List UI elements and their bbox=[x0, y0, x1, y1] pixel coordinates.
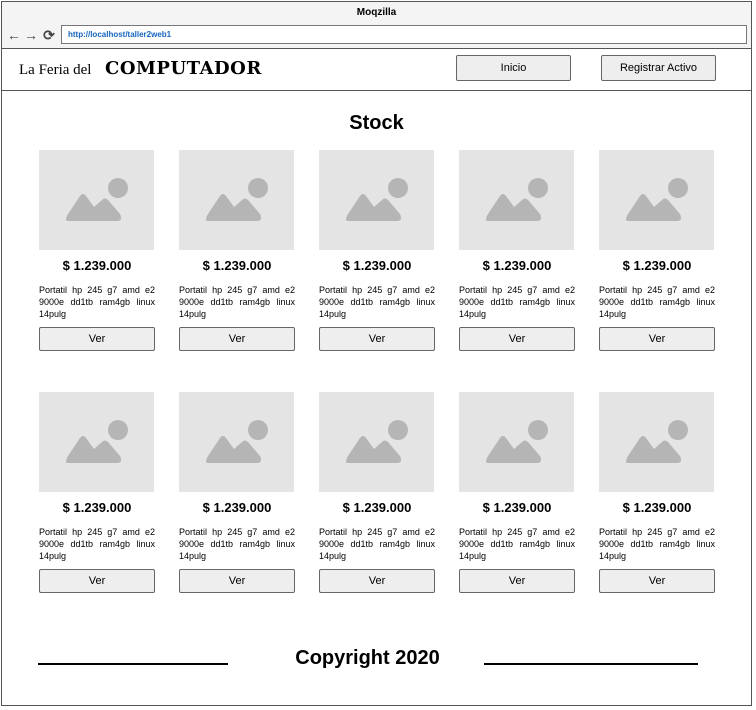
product-description: Portatil hp 245 g7 amd e2 9000e dd1tb ra… bbox=[459, 527, 575, 561]
product-price: $ 1.239.000 bbox=[622, 500, 692, 515]
ver-button[interactable]: Ver bbox=[39, 569, 155, 593]
ver-button[interactable]: Ver bbox=[39, 327, 155, 351]
address-bar-row: ← → ⟳ http://localhost/taller2web1 bbox=[2, 24, 751, 49]
back-arrow-icon[interactable]: ← bbox=[7, 26, 21, 44]
product-description: Portatil hp 245 g7 amd e2 9000e dd1tb ra… bbox=[179, 527, 295, 561]
browser-window: Moqzilla ← → ⟳ http://localhost/taller2w… bbox=[1, 1, 752, 706]
ver-button[interactable]: Ver bbox=[599, 327, 715, 351]
product-price: $ 1.239.000 bbox=[342, 500, 412, 515]
ver-button[interactable]: Ver bbox=[319, 569, 435, 593]
product-price: $ 1.239.000 bbox=[622, 258, 692, 273]
product-price: $ 1.239.000 bbox=[342, 258, 412, 273]
product-description: Portatil hp 245 g7 amd e2 9000e dd1tb ra… bbox=[39, 285, 155, 319]
product-price: $ 1.239.000 bbox=[62, 258, 132, 273]
product-description: Portatil hp 245 g7 amd e2 9000e dd1tb ra… bbox=[599, 527, 715, 561]
ver-button[interactable]: Ver bbox=[459, 569, 575, 593]
reload-icon[interactable]: ⟳ bbox=[42, 26, 56, 44]
image-placeholder-icon bbox=[39, 392, 154, 492]
ver-button[interactable]: Ver bbox=[179, 327, 295, 351]
ver-button[interactable]: Ver bbox=[599, 569, 715, 593]
product-description: Portatil hp 245 g7 amd e2 9000e dd1tb ra… bbox=[599, 285, 715, 319]
inicio-button[interactable]: Inicio bbox=[456, 55, 571, 81]
url-input[interactable]: http://localhost/taller2web1 bbox=[61, 25, 747, 44]
image-placeholder-icon bbox=[319, 150, 434, 250]
product-price: $ 1.239.000 bbox=[202, 500, 272, 515]
product-description: Portatil hp 245 g7 amd e2 9000e dd1tb ra… bbox=[179, 285, 295, 319]
product-description: Portatil hp 245 g7 amd e2 9000e dd1tb ra… bbox=[459, 285, 575, 319]
product-price: $ 1.239.000 bbox=[482, 500, 552, 515]
product-description: Portatil hp 245 g7 amd e2 9000e dd1tb ra… bbox=[319, 527, 435, 561]
product-price: $ 1.239.000 bbox=[202, 258, 272, 273]
stock-title: Stock bbox=[349, 112, 404, 134]
copyright-text: Copyright 2020 bbox=[295, 647, 440, 669]
image-placeholder-icon bbox=[459, 392, 574, 492]
image-placeholder-icon bbox=[459, 150, 574, 250]
image-placeholder-icon bbox=[599, 150, 714, 250]
forward-arrow-icon[interactable]: → bbox=[24, 26, 38, 44]
ver-button[interactable]: Ver bbox=[179, 569, 295, 593]
product-description: Portatil hp 245 g7 amd e2 9000e dd1tb ra… bbox=[39, 527, 155, 561]
footer-divider-right bbox=[484, 663, 698, 665]
brand-prefix: La Feria del bbox=[19, 62, 92, 78]
image-placeholder-icon bbox=[39, 150, 154, 250]
product-description: Portatil hp 245 g7 amd e2 9000e dd1tb ra… bbox=[319, 285, 435, 319]
image-placeholder-icon bbox=[319, 392, 434, 492]
product-price: $ 1.239.000 bbox=[482, 258, 552, 273]
registrar-activo-button[interactable]: Registrar Activo bbox=[601, 55, 716, 81]
brand-logo: COMPUTADOR bbox=[105, 58, 262, 79]
ver-button[interactable]: Ver bbox=[459, 327, 575, 351]
window-title: Moqzilla bbox=[2, 2, 751, 24]
site-header: La Feria del COMPUTADOR Inicio Registrar… bbox=[2, 49, 751, 91]
image-placeholder-icon bbox=[179, 392, 294, 492]
image-placeholder-icon bbox=[599, 392, 714, 492]
ver-button[interactable]: Ver bbox=[319, 327, 435, 351]
product-price: $ 1.239.000 bbox=[62, 500, 132, 515]
image-placeholder-icon bbox=[179, 150, 294, 250]
